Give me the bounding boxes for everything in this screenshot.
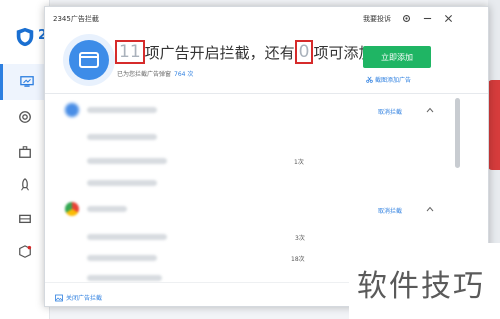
- toolbox-icon: [19, 146, 31, 158]
- block-count: 1次: [294, 159, 304, 166]
- list-item: [87, 275, 162, 281]
- sidebar-item-rocket[interactable]: [0, 167, 50, 203]
- minimize-icon[interactable]: [422, 13, 432, 23]
- rocket-icon: [21, 178, 29, 191]
- list-item: [87, 158, 167, 164]
- block-stats-count: 764 次: [174, 71, 194, 78]
- briefcase-icon: [19, 214, 31, 224]
- feedback-link[interactable]: 我要投诉: [363, 14, 391, 24]
- sidebar-item-case[interactable]: [0, 200, 50, 236]
- monitor-icon: [19, 76, 34, 87]
- target-icon: [19, 111, 31, 123]
- sidebar-item-box[interactable]: [0, 234, 50, 270]
- chrome-app-icon: [65, 202, 79, 216]
- image-icon: [55, 294, 63, 301]
- remaining-count: 0: [294, 40, 314, 64]
- screenshot-add-link[interactable]: 截图添加广告: [366, 75, 411, 84]
- box-icon: [19, 245, 32, 258]
- app-name-blurred: [87, 206, 127, 212]
- scissors-icon: [366, 76, 373, 83]
- screenshot-add-label: 截图添加广告: [375, 77, 412, 84]
- summary-header: 11 项广告开启拦截，还有 0 项可添加 已为您拦截广告弹窗 764 次 立即添加…: [45, 31, 488, 93]
- app-group-header[interactable]: 取消拦截: [45, 197, 488, 221]
- blocked-count: 11: [115, 40, 145, 64]
- cancel-block-link[interactable]: 取消拦截: [378, 107, 402, 116]
- background-red-banner: [488, 80, 500, 170]
- sidebar-item-toolbox[interactable]: [0, 134, 50, 170]
- headline: 11 项广告开启拦截，还有 0 项可添加: [115, 40, 374, 64]
- block-stats-label: 已为您拦截广告弹窗: [117, 71, 172, 78]
- list-item: [87, 255, 157, 261]
- watermark-text: 软件技巧: [357, 269, 485, 304]
- block-count: 3次: [295, 235, 305, 242]
- watermark: 软件技巧: [349, 243, 500, 319]
- add-now-button[interactable]: 立即添加: [363, 46, 431, 68]
- shield-logo-icon: [16, 27, 34, 47]
- dialog-title: 2345广告拦截: [53, 15, 99, 23]
- list-item: [87, 134, 157, 140]
- list-item: [87, 180, 157, 186]
- background-sidebar: 2: [0, 0, 50, 319]
- app-name-blurred: [87, 107, 157, 113]
- app-icon: [65, 103, 79, 117]
- list-item: [87, 234, 167, 240]
- chevron-up-icon[interactable]: [426, 106, 434, 114]
- block-stats: 已为您拦截广告弹窗 764 次: [117, 69, 193, 78]
- cancel-block-link[interactable]: 取消拦截: [378, 206, 402, 215]
- close-ad-blocker-label: 关闭广告拦截: [66, 295, 103, 302]
- list-scrollbar[interactable]: [455, 98, 460, 168]
- close-icon[interactable]: [443, 13, 453, 23]
- title-bar[interactable]: 2345广告拦截 我要投诉: [45, 7, 488, 31]
- sidebar-item-target[interactable]: [0, 99, 50, 135]
- ad-window-icon: [63, 34, 115, 86]
- app-group-header[interactable]: 取消拦截: [45, 98, 488, 122]
- close-ad-blocker-link[interactable]: 关闭广告拦截: [55, 293, 102, 302]
- settings-gear-icon[interactable]: [401, 13, 411, 23]
- sidebar-item-monitor[interactable]: [0, 64, 50, 100]
- headline-middle: 项广告开启拦截，还有: [144, 43, 295, 62]
- chevron-up-icon[interactable]: [426, 205, 434, 213]
- block-count: 18次: [291, 256, 305, 263]
